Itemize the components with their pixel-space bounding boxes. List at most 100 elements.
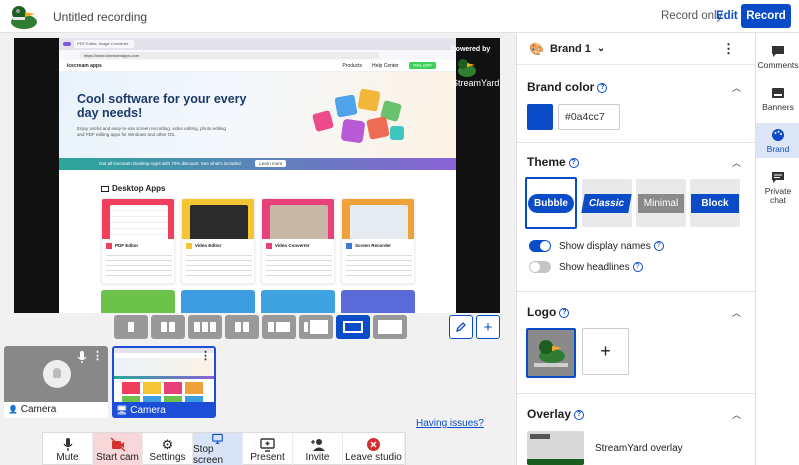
- plus-icon: +: [483, 318, 493, 336]
- theme-title: Theme?: [527, 155, 579, 169]
- screen-share-tile[interactable]: ⋮ 🖥 Camera: [112, 346, 216, 418]
- comment-icon: [772, 46, 784, 57]
- app-card-partial: [101, 290, 175, 313]
- app-card-title: Screen Recorder: [346, 243, 391, 249]
- settings-button[interactable]: ⚙ Settings: [143, 433, 193, 465]
- nav-products: Products: [342, 62, 363, 69]
- having-issues-link[interactable]: Having issues?: [416, 418, 484, 429]
- help-icon[interactable]: ?: [574, 409, 585, 420]
- layout-fullscreen-selected-button[interactable]: [336, 315, 370, 339]
- chevron-down-icon: ⌄: [596, 43, 606, 54]
- help-icon[interactable]: ?: [653, 241, 664, 251]
- avatar-icon: [43, 360, 71, 388]
- rail-brand[interactable]: Brand: [756, 123, 799, 158]
- mute-label: Mute: [56, 451, 79, 463]
- brand-color-title: Brand color?: [527, 80, 608, 94]
- duck-logo-icon: [11, 6, 37, 29]
- url-field: https://www.icecreamapps.com: [79, 51, 379, 59]
- stop-screen-label: Stop screen: [193, 444, 224, 465]
- layout-screen-side-button[interactable]: [262, 315, 296, 339]
- layout-news-button[interactable]: [225, 315, 259, 339]
- invite-button[interactable]: Invite: [293, 433, 343, 465]
- collapse-caret-icon[interactable]: ︿: [732, 81, 741, 94]
- theme-classic-option[interactable]: Classic: [581, 179, 633, 227]
- browser-urlbar: https://www.icecreamapps.com: [59, 50, 456, 60]
- brand-color-swatch[interactable]: [527, 104, 553, 130]
- site-hero: Cool software for your every day needs! …: [59, 72, 456, 158]
- help-icon[interactable]: ?: [568, 157, 579, 168]
- help-icon[interactable]: ?: [597, 82, 608, 93]
- invite-label: Invite: [305, 451, 330, 463]
- theme-bubble-option[interactable]: Bubble: [525, 177, 577, 229]
- brand-color-input[interactable]: [558, 104, 620, 130]
- add-logo-button[interactable]: +: [582, 328, 629, 375]
- broadcast-stage: PDF Editor, Image Converter https://www.…: [14, 38, 500, 313]
- collapse-caret-icon[interactable]: ︿: [732, 156, 741, 169]
- edit-link[interactable]: Edit: [716, 10, 738, 22]
- start-cam-label: Start cam: [96, 451, 139, 463]
- headlines-label: Show headlines: [559, 261, 630, 273]
- help-icon[interactable]: ?: [632, 262, 643, 272]
- add-layout-button[interactable]: +: [476, 315, 500, 339]
- help-icon[interactable]: ?: [559, 307, 570, 318]
- tile-label: 👤 Camera: [4, 402, 108, 418]
- collapse-caret-icon[interactable]: ︿: [732, 306, 741, 319]
- display-names-toggle[interactable]: [529, 240, 551, 252]
- monitor-icon: [101, 185, 109, 192]
- camera-participant-tile[interactable]: ⋮ 👤 Camera: [4, 346, 108, 418]
- start-cam-button[interactable]: Start cam: [93, 433, 143, 465]
- app-card: PDF Editor: [101, 198, 175, 284]
- collapse-caret-icon[interactable]: ︿: [732, 408, 741, 421]
- mic-icon[interactable]: [76, 350, 88, 364]
- brand-selector[interactable]: 🎨 Brand 1 ⌄ ⋮: [517, 33, 755, 65]
- hero-illustration-icon: [312, 88, 404, 143]
- mic-icon: [62, 437, 73, 451]
- recording-title[interactable]: Untitled recording: [53, 10, 147, 24]
- add-person-icon: [310, 438, 325, 451]
- app-card-partial: [181, 290, 255, 313]
- divider: [517, 291, 755, 292]
- layout-group-button[interactable]: [188, 315, 222, 339]
- nav-help: Help Center: [372, 62, 399, 69]
- theme-minimal-option[interactable]: Minimal: [636, 179, 686, 227]
- rail-private-chat[interactable]: Private chat: [756, 169, 799, 205]
- section-heading-text: Desktop Apps: [112, 184, 166, 193]
- edit-layout-button[interactable]: [449, 315, 473, 339]
- monitor-icon: 🖥: [116, 405, 128, 415]
- overlay-thumbnail[interactable]: [527, 431, 584, 465]
- headlines-toggle[interactable]: [529, 261, 551, 273]
- tile-more-icon[interactable]: ⋮: [200, 349, 211, 362]
- rail-banners[interactable]: Banners: [756, 85, 799, 112]
- pencil-icon: [455, 322, 466, 333]
- rail-comments[interactable]: Comments: [756, 43, 799, 70]
- stop-screen-button[interactable]: Stop screen: [193, 433, 243, 465]
- mute-button[interactable]: Mute: [43, 433, 93, 465]
- studio-area: PDF Editor, Image Converter https://www.…: [0, 33, 516, 465]
- more-options-icon[interactable]: ⋮: [722, 41, 735, 57]
- record-button[interactable]: Record: [741, 4, 791, 28]
- app-card: Video Converter: [261, 198, 335, 284]
- layout-blank-button[interactable]: [373, 315, 407, 339]
- studio-toolbar: Mute Start cam ⚙ Settings Stop screen Pr…: [42, 432, 406, 465]
- gear-icon: ⚙: [161, 436, 174, 452]
- app-header: Untitled recording Record only Edit Reco…: [0, 0, 799, 33]
- section-heading: Desktop Apps: [101, 184, 166, 193]
- hero-text: Enjoy useful and easy-to-use screen reco…: [77, 126, 226, 137]
- rail-brand-label: Brand: [766, 144, 790, 154]
- leave-studio-label: Leave studio: [345, 451, 402, 463]
- present-button[interactable]: Present: [243, 433, 293, 465]
- banner-icon: [772, 88, 784, 98]
- layout-cropped-button[interactable]: [151, 315, 185, 339]
- logo-option-selected[interactable]: [526, 328, 576, 378]
- side-rail: Comments Banners Brand Private chat: [755, 33, 799, 465]
- overlay-label: StreamYard overlay: [595, 443, 683, 454]
- window-controls-icon: [63, 42, 71, 46]
- leave-studio-button[interactable]: Leave studio: [343, 433, 405, 465]
- rail-private-chat-label: Private chat: [764, 186, 792, 205]
- tile-more-icon[interactable]: ⋮: [92, 349, 103, 362]
- display-names-row: Show display names?: [529, 240, 664, 252]
- theme-block-option[interactable]: Block: [690, 179, 740, 227]
- promo-text: Get all Icecream Desktop Apps with 70% d…: [99, 161, 242, 166]
- layout-screen-large-button[interactable]: [299, 315, 333, 339]
- layout-solo-button[interactable]: [114, 315, 148, 339]
